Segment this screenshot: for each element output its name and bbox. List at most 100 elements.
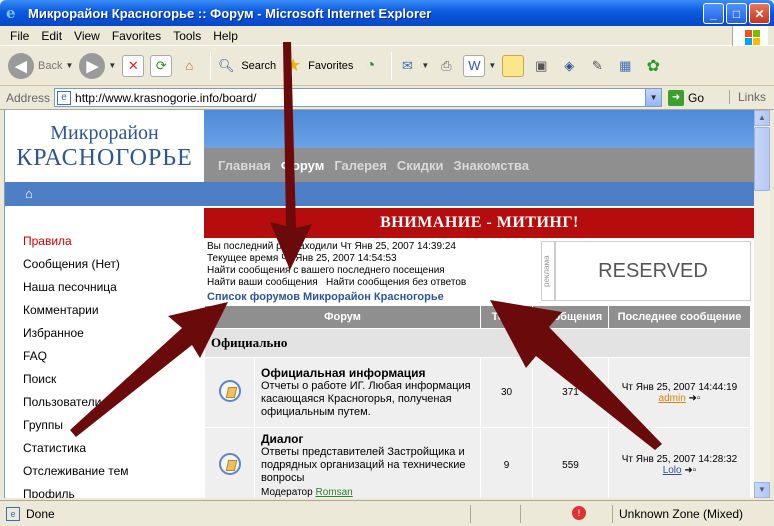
- nav-forum[interactable]: Форум: [281, 158, 324, 173]
- sidebar-item-messages[interactable]: Сообщения (Нет): [5, 253, 204, 276]
- menu-view[interactable]: View: [68, 29, 106, 43]
- icq-button[interactable]: ✿: [642, 55, 664, 77]
- address-input[interactable]: e http://www.krasnogorie.info/board/ ▼: [54, 88, 663, 107]
- forward-dropdown-icon[interactable]: ▼: [108, 61, 116, 70]
- blocked-content-icon[interactable]: !: [572, 506, 586, 520]
- forum-folder-icon: [218, 452, 241, 475]
- status-bar: e Done ! Unknown Zone (Mixed): [0, 500, 774, 526]
- your-posts-link[interactable]: Найти ваши сообщения: [207, 277, 318, 288]
- history-button[interactable]: ◔: [359, 55, 381, 77]
- close-button[interactable]: ✕: [749, 3, 770, 24]
- print-button[interactable]: ⎙: [435, 55, 457, 77]
- goto-post-icon[interactable]: ➜▫: [689, 393, 701, 404]
- forum-name[interactable]: Диалог: [261, 432, 474, 446]
- minimize-button[interactable]: _: [703, 3, 724, 24]
- home-button[interactable]: ⌂: [178, 55, 200, 77]
- refresh-icon: ⟳: [150, 54, 173, 77]
- breadcrumb[interactable]: Список форумов Микрорайон Красногорье: [207, 291, 444, 303]
- windows-logo-icon: [732, 26, 768, 48]
- page-viewport: Микрорайон КРАСНОГОРЬЕ Главная Форум Гал…: [4, 110, 754, 498]
- tool-button-3[interactable]: ✎: [586, 55, 608, 77]
- last-post-author[interactable]: admin: [659, 393, 686, 404]
- nav-home[interactable]: Главная: [218, 158, 271, 173]
- ad-reserved[interactable]: RESERVED: [555, 241, 751, 301]
- sidebar-item-faq[interactable]: FAQ: [5, 345, 204, 368]
- col-forum: Форум: [204, 305, 481, 329]
- sidebar-item-groups[interactable]: Группы: [5, 414, 204, 437]
- goto-post-icon[interactable]: ➜▫: [684, 465, 696, 476]
- moderator-link[interactable]: Romsan: [315, 487, 352, 498]
- mail-icon: ✉: [401, 57, 413, 73]
- new-posts-link[interactable]: Найти сообщения с вашего последнего посе…: [207, 265, 445, 276]
- sidebar-item-favorites[interactable]: Избранное: [5, 322, 204, 345]
- home-bar: ⌂: [5, 182, 754, 206]
- sidebar-item-watched[interactable]: Отслеживание тем: [5, 460, 204, 483]
- tool-button-2[interactable]: ◈: [558, 55, 580, 77]
- moderator-label: Модератор: [261, 487, 313, 498]
- mail-dropdown-icon[interactable]: ▼: [421, 61, 429, 70]
- address-dropdown-icon[interactable]: ▼: [645, 89, 662, 106]
- back-button[interactable]: ◀ Back ▼: [8, 52, 73, 79]
- sidebar-item-stats[interactable]: Статистика: [5, 437, 204, 460]
- maximize-button[interactable]: □: [726, 3, 747, 24]
- address-bar: Address e http://www.krasnogorie.info/bo…: [0, 86, 774, 110]
- status-page-icon: e: [6, 506, 20, 521]
- mail-button[interactable]: ✉ ▼: [396, 55, 429, 77]
- menu-help[interactable]: Help: [207, 29, 244, 43]
- category-title[interactable]: Официально: [204, 328, 751, 358]
- favorites-label: Favorites: [308, 59, 354, 72]
- forward-arrow-icon: ▶: [79, 52, 106, 79]
- vertical-scrollbar[interactable]: ▲ ▼: [754, 110, 770, 498]
- sidebar-item-profile[interactable]: Профиль: [5, 483, 204, 498]
- stop-icon: ✕: [122, 54, 145, 77]
- star-icon: ★: [285, 55, 302, 75]
- nav-dating[interactable]: Знакомства: [454, 158, 529, 173]
- menu-bar: File Edit View Favorites Tools Help: [0, 26, 774, 48]
- sidebar-item-users[interactable]: Пользователи: [5, 391, 204, 414]
- menu-file[interactable]: File: [4, 29, 35, 43]
- menu-tools[interactable]: Tools: [167, 29, 207, 43]
- col-last-post: Последнее сообщение: [608, 305, 751, 329]
- nav-gallery[interactable]: Галерея: [334, 158, 387, 173]
- menu-favorites[interactable]: Favorites: [106, 29, 167, 43]
- messenger-icon: ◈: [564, 57, 575, 73]
- notes-button[interactable]: [502, 54, 525, 77]
- sidebar-item-sandbox[interactable]: Наша песочница: [5, 276, 204, 299]
- scroll-up-icon[interactable]: ▲: [754, 110, 770, 126]
- forward-button[interactable]: ▶ ▼: [79, 52, 116, 79]
- scroll-down-icon[interactable]: ▼: [754, 482, 770, 498]
- forum-name[interactable]: Официальная информация: [261, 366, 474, 380]
- ie-logo-icon: e: [6, 4, 16, 22]
- address-label: Address: [6, 90, 51, 105]
- scroll-thumb[interactable]: [754, 127, 770, 191]
- search-button[interactable]: 🔍︎ Search: [215, 55, 276, 77]
- toolbar-separator: [391, 51, 393, 80]
- links-button[interactable]: Links: [728, 90, 766, 104]
- alert-banner[interactable]: ВНИМАНИЕ - МИТИНГ!: [204, 208, 754, 238]
- page-icon: e: [57, 90, 72, 105]
- stop-button[interactable]: ✕: [122, 54, 145, 77]
- nav-discounts[interactable]: Скидки: [397, 158, 444, 173]
- tool-button-1[interactable]: ▣: [530, 55, 552, 77]
- site-logo[interactable]: Микрорайон КРАСНОГОРЬЕ: [5, 110, 204, 182]
- menu-edit[interactable]: Edit: [35, 29, 68, 43]
- home-icon[interactable]: ⌂: [25, 186, 33, 201]
- site-nav: Главная Форум Галерея Скидки Знакомства: [204, 148, 754, 182]
- unanswered-link[interactable]: Найти сообщения без ответов: [326, 277, 466, 288]
- refresh-button[interactable]: ⟳: [150, 54, 173, 77]
- edit-button[interactable]: W ▼: [463, 54, 496, 77]
- sidebar-item-search[interactable]: Поиск: [5, 368, 204, 391]
- back-dropdown-icon[interactable]: ▼: [65, 61, 73, 70]
- edit-dropdown-icon[interactable]: ▼: [488, 61, 496, 70]
- photo-icon: ▦: [619, 57, 632, 73]
- sidebar-item-rules[interactable]: Правила: [5, 230, 204, 253]
- forum-desc: Отчеты о работе ИГ. Любая информация кас…: [261, 380, 471, 418]
- go-button[interactable]: ➜ Go: [668, 89, 704, 106]
- note-icon: [502, 54, 525, 77]
- tool-button-4[interactable]: ▦: [614, 55, 636, 77]
- forum-topics: 9: [480, 427, 533, 498]
- sidebar-item-comments[interactable]: Комментарии: [5, 299, 204, 322]
- last-post-author[interactable]: Lolo: [663, 465, 682, 476]
- favorites-button[interactable]: ★ Favorites: [282, 55, 353, 77]
- home-icon: ⌂: [185, 58, 194, 73]
